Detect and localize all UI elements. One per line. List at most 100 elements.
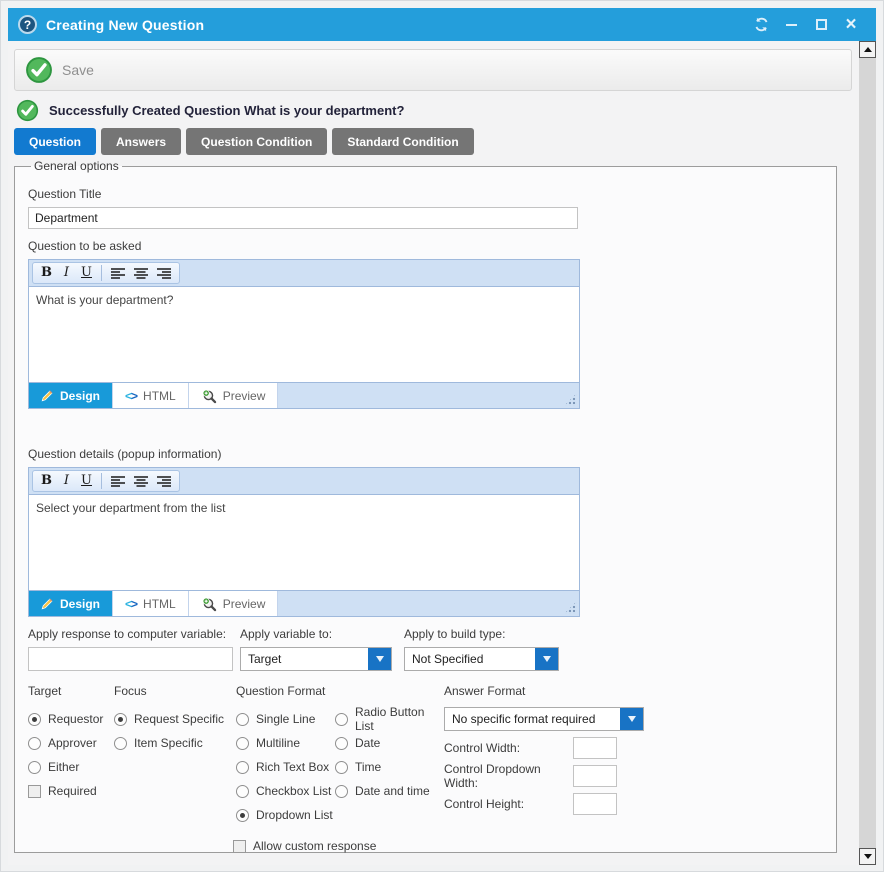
pencil-icon	[41, 597, 54, 610]
editor-mode-strip: Design <> HTML Preview	[28, 383, 580, 409]
build-type-dropdown[interactable]: Not Specified	[404, 647, 559, 671]
radio-label: Time	[355, 760, 381, 774]
build-type-label: Apply to build type:	[404, 627, 559, 641]
radio-label: Rich Text Box	[256, 760, 329, 774]
underline-button[interactable]: U	[78, 472, 95, 490]
align-center-icon	[134, 267, 149, 280]
radio-single-line[interactable]: Single Line	[236, 707, 335, 731]
computer-variable-label: Apply response to computer variable:	[28, 627, 233, 641]
control-width-input[interactable]	[573, 737, 617, 759]
align-left-button[interactable]	[108, 267, 128, 280]
save-button[interactable]: Save	[25, 56, 94, 84]
radio-date[interactable]: Date	[335, 731, 440, 755]
options-section: Target Requestor Approver Either	[28, 684, 824, 858]
tab-question-condition[interactable]: Question Condition	[186, 128, 327, 155]
align-right-icon	[157, 267, 172, 280]
bold-button[interactable]: B	[38, 264, 55, 282]
radio-item-specific[interactable]: Item Specific	[114, 731, 226, 755]
html-code-icon: <>	[125, 597, 137, 611]
align-center-button[interactable]	[131, 475, 151, 488]
vertical-scrollbar[interactable]	[859, 41, 876, 865]
radio-time[interactable]: Time	[335, 755, 440, 779]
tab-answers[interactable]: Answers	[101, 128, 181, 155]
question-details-content[interactable]: Select your department from the list	[28, 494, 580, 591]
bold-button[interactable]: B	[38, 472, 55, 490]
italic-button[interactable]: I	[58, 472, 75, 490]
command-toolbar: Save	[14, 49, 852, 91]
control-height-row: Control Height:	[444, 792, 824, 815]
close-button[interactable]: ×	[836, 12, 866, 38]
radio-label: Request Specific	[134, 712, 224, 726]
question-details-editor: B I U	[28, 467, 580, 617]
answer-format-dropdown[interactable]: No specific format required	[444, 707, 644, 731]
align-left-icon	[111, 475, 126, 488]
radio-icon	[114, 713, 127, 726]
radio-label: Checkbox List	[256, 784, 331, 798]
scroll-up-button[interactable]	[859, 41, 876, 58]
editor-toolbar: B I U	[28, 467, 580, 494]
apply-variable-to-dropdown[interactable]: Target	[240, 647, 392, 671]
control-dropdown-width-input[interactable]	[573, 765, 617, 787]
help-icon[interactable]: ?	[18, 15, 37, 34]
resize-grip[interactable]	[564, 393, 577, 406]
question-asked-content[interactable]: What is your department?	[28, 286, 580, 383]
tab-question[interactable]: Question	[14, 128, 96, 155]
focus-group: Focus Request Specific Item Specific	[114, 684, 226, 858]
html-tab[interactable]: <> HTML	[113, 383, 189, 408]
radio-request-specific[interactable]: Request Specific	[114, 707, 226, 731]
minimize-button[interactable]	[776, 12, 806, 38]
design-tab[interactable]: Design	[29, 383, 113, 408]
dropdown-arrow-button[interactable]	[620, 708, 643, 730]
control-dropdown-width-label: Control Dropdown Width:	[444, 762, 573, 790]
radio-checkbox-list[interactable]: Checkbox List	[236, 779, 335, 803]
checkbox-icon	[233, 840, 246, 853]
radio-icon	[236, 785, 249, 798]
radio-requestor[interactable]: Requestor	[28, 707, 114, 731]
tab-standard-condition[interactable]: Standard Condition	[332, 128, 473, 155]
refresh-button[interactable]	[746, 12, 776, 38]
radio-rich-text-box[interactable]: Rich Text Box	[236, 755, 335, 779]
dropdown-arrow-button[interactable]	[368, 648, 391, 670]
maximize-button[interactable]	[806, 12, 836, 38]
preview-tab[interactable]: Preview	[189, 591, 279, 616]
question-title-input[interactable]	[28, 207, 578, 229]
preview-tab[interactable]: Preview	[189, 383, 279, 408]
preview-tab-label: Preview	[223, 597, 266, 611]
allow-custom-response-checkbox[interactable]: Allow custom response	[233, 834, 440, 858]
align-left-button[interactable]	[108, 475, 128, 488]
html-tab-label: HTML	[143, 389, 176, 403]
pencil-icon	[41, 389, 54, 402]
align-center-icon	[134, 475, 149, 488]
dropdown-arrow-button[interactable]	[535, 648, 558, 670]
resize-grip[interactable]	[564, 601, 577, 614]
radio-radio-button-list[interactable]: Radio Button List	[335, 707, 440, 731]
control-width-label: Control Width:	[444, 741, 573, 755]
status-row: Successfully Created Question What is yo…	[16, 98, 852, 122]
radio-approver[interactable]: Approver	[28, 731, 114, 755]
design-tab[interactable]: Design	[29, 591, 113, 616]
radio-label: Date	[355, 736, 380, 750]
radio-dropdown-list[interactable]: Dropdown List	[236, 803, 335, 827]
html-tab[interactable]: <> HTML	[113, 591, 189, 616]
preview-tab-label: Preview	[223, 389, 266, 403]
radio-icon	[335, 737, 348, 750]
underline-button[interactable]: U	[78, 264, 95, 282]
radio-date-and-time[interactable]: Date and time	[335, 779, 440, 803]
required-checkbox[interactable]: Required	[28, 779, 114, 803]
status-message: Successfully Created Question What is yo…	[49, 103, 404, 118]
radio-icon	[236, 713, 249, 726]
chevron-down-icon	[376, 656, 384, 662]
align-center-button[interactable]	[131, 267, 151, 280]
computer-variable-input[interactable]	[28, 647, 233, 671]
italic-button[interactable]: I	[58, 264, 75, 282]
align-right-button[interactable]	[154, 475, 174, 488]
align-right-button[interactable]	[154, 267, 174, 280]
radio-either[interactable]: Either	[28, 755, 114, 779]
radio-multiline[interactable]: Multiline	[236, 731, 335, 755]
target-header: Target	[28, 684, 114, 698]
checkbox-icon	[28, 785, 41, 798]
scroll-down-button[interactable]	[859, 848, 876, 865]
apply-variable-to-label: Apply variable to:	[240, 627, 392, 641]
radio-label: Requestor	[48, 712, 103, 726]
control-height-input[interactable]	[573, 793, 617, 815]
